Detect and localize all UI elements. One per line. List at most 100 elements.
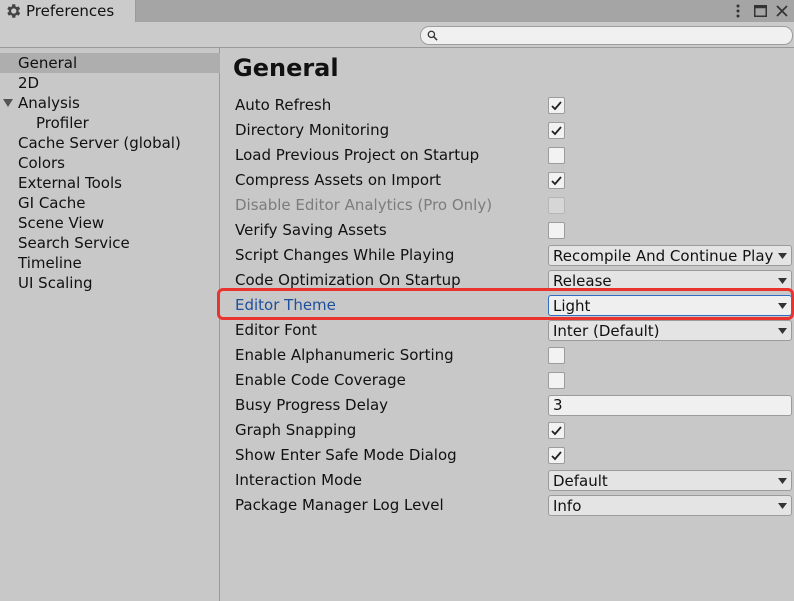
setting-label: Load Previous Project on Startup [235, 146, 480, 164]
setting-code-coverage: Enable Code Coverage [221, 368, 794, 393]
load-previous-project-checkbox[interactable] [548, 147, 565, 164]
sidebar-item-profiler[interactable]: Profiler [0, 113, 220, 133]
search-box[interactable] [420, 26, 793, 45]
window-controls [730, 0, 794, 22]
setting-alphanumeric-sorting: Enable Alphanumeric Sorting [221, 343, 794, 368]
editor-font-dropdown[interactable]: Inter (Default) [548, 320, 792, 341]
checkmark-icon [551, 101, 562, 111]
checkmark-icon [551, 176, 562, 186]
setting-label: Graph Snapping [235, 421, 357, 439]
busy-progress-delay-field[interactable]: 3 [548, 395, 792, 416]
dropdown-value: Light [553, 297, 591, 315]
maximize-icon[interactable] [752, 3, 768, 19]
setting-load-previous-project: Load Previous Project on Startup [221, 143, 794, 168]
sidebar-item-external-tools[interactable]: External Tools [0, 173, 220, 193]
sidebar-item-ui-scaling[interactable]: UI Scaling [0, 273, 220, 293]
setting-verify-saving-assets: Verify Saving Assets [221, 218, 794, 243]
setting-script-changes: Script Changes While Playing Recompile A… [221, 243, 794, 268]
editor-theme-dropdown[interactable]: Light [548, 295, 792, 316]
code-optimization-dropdown[interactable]: Release [548, 270, 792, 291]
setting-label: Enable Code Coverage [235, 371, 406, 389]
dropdown-arrow-icon [778, 503, 787, 509]
setting-label: Editor Font [235, 321, 317, 339]
sidebar-item-label: Timeline [18, 254, 82, 272]
setting-editor-font: Editor Font Inter (Default) [221, 318, 794, 343]
gear-icon [7, 4, 21, 18]
setting-interaction-mode: Interaction Mode Default [221, 468, 794, 493]
package-manager-log-level-dropdown[interactable]: Info [548, 495, 792, 516]
setting-directory-monitoring: Directory Monitoring [221, 118, 794, 143]
code-coverage-checkbox[interactable] [548, 372, 565, 389]
dropdown-value: Info [553, 497, 582, 515]
setting-safe-mode-dialog: Show Enter Safe Mode Dialog [221, 443, 794, 468]
setting-label: Compress Assets on Import [235, 171, 442, 189]
setting-disable-editor-analytics: Disable Editor Analytics (Pro Only) [221, 193, 794, 218]
safe-mode-dialog-checkbox[interactable] [548, 447, 565, 464]
setting-label: Interaction Mode [235, 471, 363, 489]
setting-label: Busy Progress Delay [235, 396, 389, 414]
sidebar-item-label: 2D [18, 74, 40, 92]
directory-monitoring-checkbox[interactable] [548, 122, 565, 139]
sidebar-item-label: UI Scaling [18, 274, 93, 292]
interaction-mode-dropdown[interactable]: Default [548, 470, 792, 491]
dropdown-value: Release [553, 272, 612, 290]
dropdown-arrow-icon [778, 278, 787, 284]
dropdown-arrow-icon [778, 303, 787, 309]
auto-refresh-checkbox[interactable] [548, 97, 565, 114]
sidebar-item-label: Analysis [18, 94, 80, 112]
setting-label: Auto Refresh [235, 96, 332, 114]
sidebar-item-label: Profiler [36, 114, 89, 132]
triangle-down-icon[interactable] [3, 98, 13, 108]
sidebar-item-search-service[interactable]: Search Service [0, 233, 220, 253]
dropdown-value: Recompile And Continue Playing [553, 247, 773, 265]
sidebar-item-label: General [18, 54, 78, 72]
close-icon[interactable] [774, 3, 790, 19]
toolbar [0, 22, 794, 48]
sidebar-item-cache-server[interactable]: Cache Server (global) [0, 133, 220, 153]
preferences-tab[interactable]: Preferences [0, 0, 136, 22]
page-title: General [233, 54, 339, 82]
sidebar-item-2d[interactable]: 2D [0, 73, 220, 93]
sidebar-item-label: Cache Server (global) [18, 134, 181, 152]
sidebar-item-label: GI Cache [18, 194, 86, 212]
search-input[interactable] [442, 27, 792, 44]
sidebar-item-gi-cache[interactable]: GI Cache [0, 193, 220, 213]
sidebar-item-colors[interactable]: Colors [0, 153, 220, 173]
setting-label: Editor Theme [235, 296, 336, 314]
setting-label: Enable Alphanumeric Sorting [235, 346, 454, 364]
disable-editor-analytics-checkbox [548, 197, 565, 214]
title-bar: Preferences [0, 0, 794, 22]
script-changes-dropdown[interactable]: Recompile And Continue Playing [548, 245, 792, 266]
checkmark-icon [551, 126, 562, 136]
dropdown-value: Inter (Default) [553, 322, 660, 340]
dropdown-arrow-icon [778, 253, 787, 259]
kebab-menu-icon[interactable] [730, 3, 746, 19]
setting-editor-theme: Editor Theme Light [221, 293, 794, 318]
sidebar-item-label: Colors [18, 154, 65, 172]
verify-saving-assets-checkbox[interactable] [548, 222, 565, 239]
setting-label: Verify Saving Assets [235, 221, 387, 239]
sidebar-item-analysis[interactable]: Analysis [0, 93, 220, 113]
dropdown-arrow-icon [778, 478, 787, 484]
sidebar-item-timeline[interactable]: Timeline [0, 253, 220, 273]
dropdown-arrow-icon [778, 328, 787, 334]
setting-label: Script Changes While Playing [235, 246, 455, 264]
sidebar-item-label: Scene View [18, 214, 105, 232]
setting-package-manager-log-level: Package Manager Log Level Info [221, 493, 794, 518]
settings-panel: General Auto Refresh Directory Monitorin… [217, 48, 794, 601]
setting-label: Package Manager Log Level [235, 496, 444, 514]
preferences-sidebar: General 2D Analysis Profiler Cache Serve… [0, 48, 220, 601]
compress-assets-checkbox[interactable] [548, 172, 565, 189]
checkmark-icon [551, 426, 562, 436]
dropdown-value: Default [553, 472, 608, 490]
alphanumeric-sorting-checkbox[interactable] [548, 347, 565, 364]
graph-snapping-checkbox[interactable] [548, 422, 565, 439]
setting-code-optimization: Code Optimization On Startup Release [221, 268, 794, 293]
setting-label: Disable Editor Analytics (Pro Only) [235, 196, 493, 214]
sidebar-item-general[interactable]: General [0, 53, 220, 73]
setting-auto-refresh: Auto Refresh [221, 93, 794, 118]
search-icon [427, 30, 438, 41]
setting-compress-assets: Compress Assets on Import [221, 168, 794, 193]
sidebar-item-scene-view[interactable]: Scene View [0, 213, 220, 233]
sidebar-item-label: External Tools [18, 174, 122, 192]
